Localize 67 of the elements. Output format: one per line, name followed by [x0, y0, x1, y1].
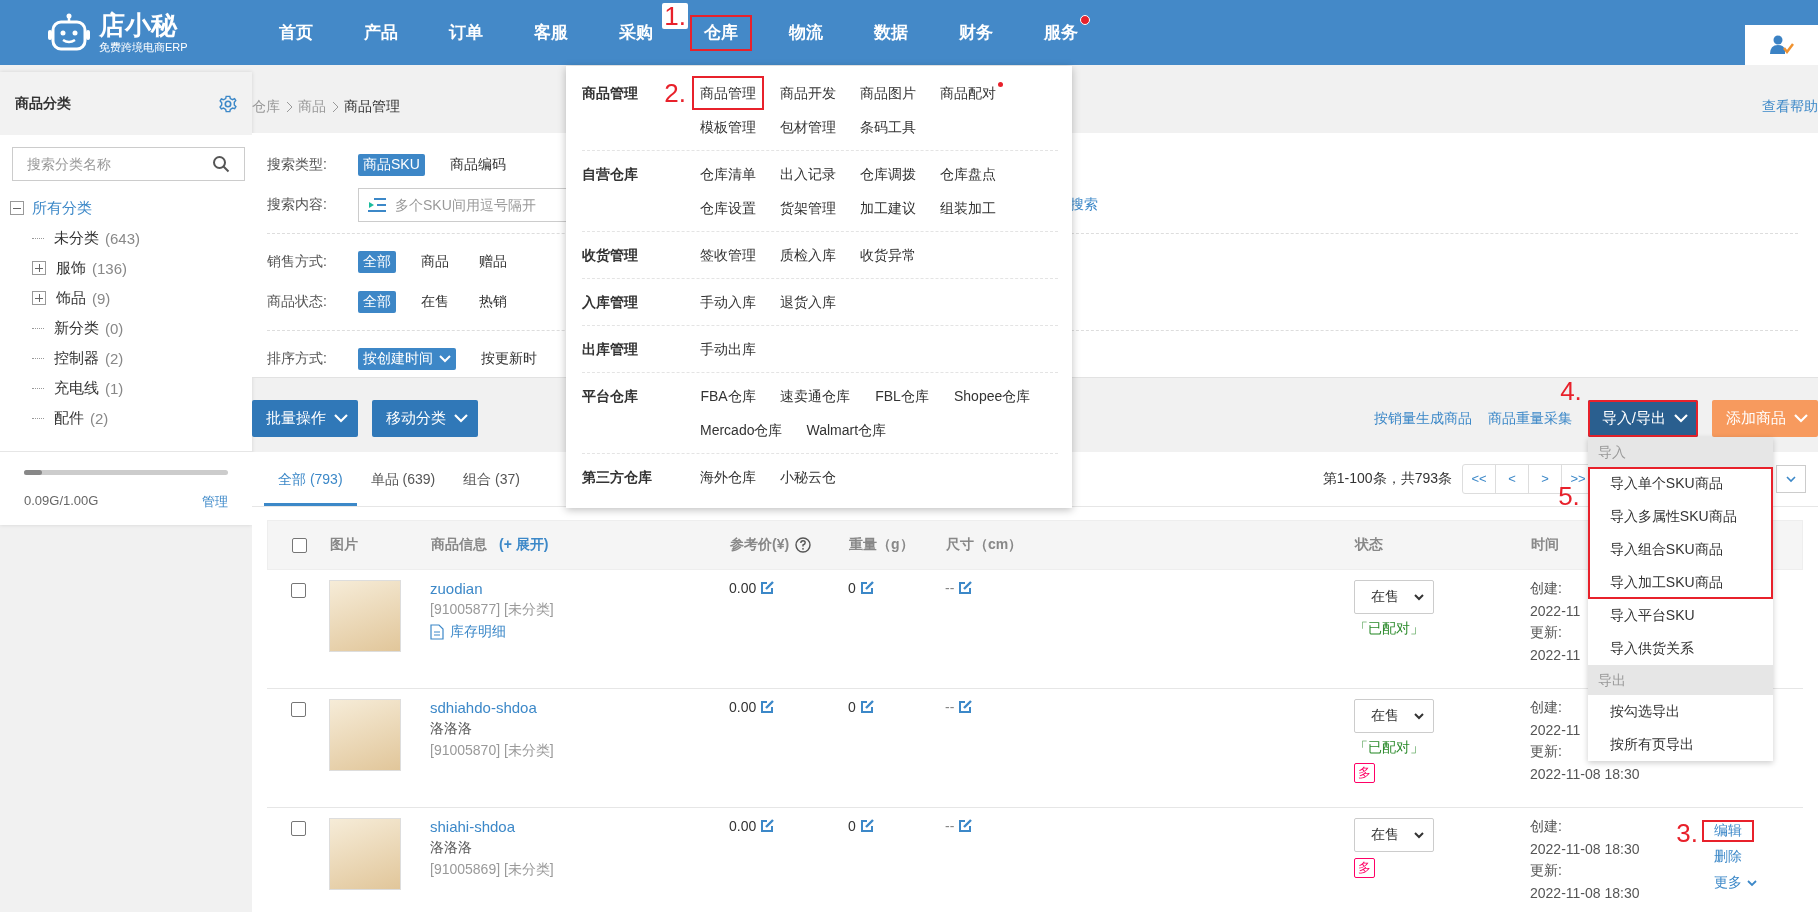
- filter-label: 商品状态:: [267, 293, 328, 311]
- filter-label: 搜索内容:: [267, 196, 328, 214]
- product-code: [91005870] [未分类]: [430, 742, 555, 760]
- cell-value: 0: [848, 580, 856, 596]
- cell-value: 0: [848, 818, 856, 834]
- column-header: 时间: [1531, 536, 1559, 554]
- cell-value: --: [945, 818, 955, 834]
- column-header: 状态: [1355, 536, 1383, 554]
- item-count: (2): [90, 409, 109, 427]
- menu-group-title: 入库管理: [582, 293, 638, 312]
- updated-time: 2022-11: [1530, 647, 1581, 663]
- multi-tag: 多: [1354, 763, 1375, 783]
- cell-value: 0: [848, 699, 856, 715]
- sidebar-title: 商品分类: [15, 94, 71, 113]
- column-header: 商品信息: [431, 536, 487, 554]
- created-time: 2022-11-08 18:30: [1530, 841, 1640, 857]
- annotation-number: 2.: [664, 80, 686, 106]
- created-time: 2022-11: [1530, 722, 1581, 738]
- column-header: 重量（g）: [849, 536, 914, 554]
- menu-group-title: 第三方仓库: [582, 468, 652, 487]
- time-label: 创建:: [1530, 818, 1562, 836]
- item-count: (136): [92, 259, 128, 277]
- paired-status: 「已配对」: [1354, 739, 1424, 757]
- time-label: 更新:: [1530, 862, 1562, 880]
- column-header: 参考价(¥): [730, 536, 790, 554]
- time-label: 更新:: [1530, 624, 1562, 642]
- menu-section-header: 导入: [1587, 437, 1773, 467]
- cell-value: --: [945, 580, 955, 596]
- product-subtitle: 洛洛洛: [430, 720, 473, 738]
- menu-group-title: 自营仓库: [582, 165, 638, 184]
- created-time: 2022-11: [1530, 603, 1581, 619]
- menu-group-title: 出库管理: [582, 340, 638, 359]
- menu-group-title: 商品管理: [582, 84, 638, 103]
- filter-label: 销售方式:: [267, 253, 328, 271]
- product-code: [91005877] [未分类]: [430, 601, 555, 619]
- annotation-number: 4.: [1560, 378, 1582, 404]
- item-count: (0): [105, 319, 124, 337]
- updated-time: 2022-11-08 18:30: [1530, 885, 1640, 901]
- time-label: 更新:: [1530, 743, 1562, 761]
- product-code: [91005869] [未分类]: [430, 861, 555, 879]
- menu-section-header: 导出: [1587, 665, 1773, 695]
- filter-label: 搜索类型:: [267, 156, 328, 174]
- cell-value: --: [945, 699, 955, 715]
- pagination-summary: 第1-100条，共793条: [1322, 470, 1452, 488]
- column-header: 图片: [330, 536, 358, 554]
- cell-value: 0.00: [729, 699, 757, 715]
- item-count: (9): [92, 289, 111, 307]
- filter-label: 排序方式:: [267, 350, 328, 368]
- updated-time: 2022-11-08 18:30: [1530, 766, 1640, 782]
- menu-group-title: 平台仓库: [582, 387, 638, 406]
- product-subtitle: 洛洛洛: [430, 839, 473, 857]
- logo-tagline: 免费跨境电商ERP: [99, 40, 188, 55]
- storage-usage: 0.09G/1.00G: [24, 493, 99, 510]
- column-header: 尺寸（cm）: [946, 536, 1023, 554]
- multi-tag: 多: [1354, 858, 1375, 878]
- item-count: (643): [105, 229, 141, 247]
- cell-value: 0.00: [729, 580, 757, 596]
- annotation-number: 1.: [662, 2, 688, 29]
- paired-status: 「已配对」: [1354, 620, 1424, 638]
- item-count: (1): [105, 379, 124, 397]
- annotation-number: 3.: [1676, 820, 1698, 846]
- menu-group-title: 收货管理: [582, 246, 638, 265]
- cell-value: 0.00: [729, 818, 757, 834]
- time-label: 创建:: [1530, 699, 1562, 717]
- time-label: 创建:: [1530, 580, 1562, 598]
- logo-name: 店小秘: [99, 10, 179, 40]
- item-count: (2): [105, 349, 124, 367]
